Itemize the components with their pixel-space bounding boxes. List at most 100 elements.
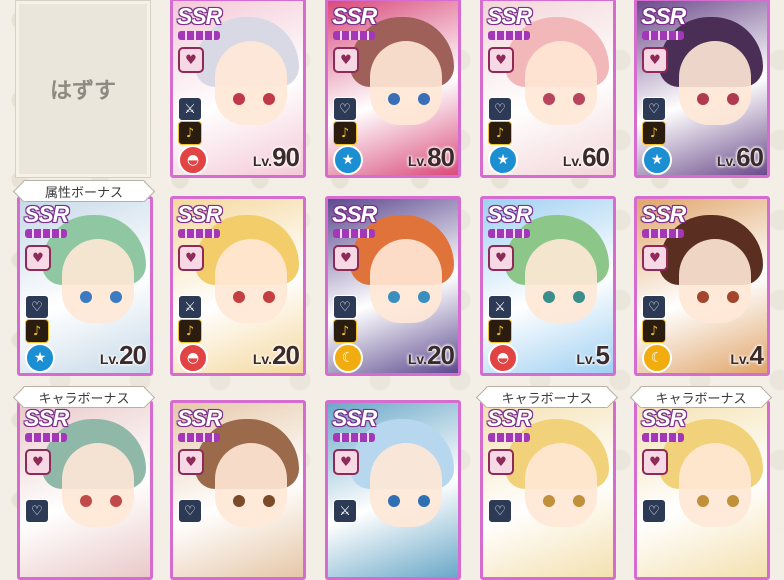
character-card[interactable]: SSR ♥ ♡ ♪ ☾ Lv.4 (634, 196, 770, 376)
character-eye (263, 291, 275, 303)
music-note-icon: ♪ (642, 319, 666, 343)
character-eye (543, 93, 555, 105)
character-face (525, 443, 597, 527)
card-level: Lv.4 (730, 340, 765, 371)
sword-icon: ⚔ (178, 295, 202, 319)
star-rank (333, 31, 375, 40)
character-eye (110, 495, 122, 507)
star-rank (25, 229, 67, 238)
music-note-icon: ♪ (333, 121, 357, 145)
heart-icon: ♡ (333, 97, 357, 121)
character-bonus-tag: キャラボーナス (22, 386, 146, 408)
character-eye (388, 495, 400, 507)
character-eye (80, 291, 92, 303)
star-rank (642, 31, 684, 40)
heart-icon: ♥ (642, 245, 668, 271)
character-face (370, 239, 442, 323)
star-rank (488, 433, 530, 442)
heart-icon: ♡ (642, 499, 666, 523)
card-level: Lv.80 (408, 142, 455, 173)
character-eye (727, 93, 739, 105)
heart-icon: ♡ (642, 295, 666, 319)
character-eye (233, 495, 245, 507)
heart-icon: ♥ (25, 245, 51, 271)
character-face (679, 239, 751, 323)
character-eye (80, 495, 92, 507)
character-card[interactable]: SSR ♥ ⚔ ♪ ◓ Lv.90 (170, 0, 306, 178)
character-eye (263, 93, 275, 105)
character-face (62, 239, 134, 323)
character-card[interactable]: SSR♥♡♪ (17, 400, 153, 580)
heart-icon: ♡ (178, 499, 202, 523)
rarity-label: SSR (332, 201, 377, 227)
level-prefix: Lv. (730, 351, 750, 367)
level-value: 60 (736, 142, 764, 172)
character-card[interactable]: SSR♥♡♪ (480, 400, 616, 580)
character-face (215, 443, 287, 527)
heart-icon: ♥ (333, 245, 359, 271)
character-card[interactable]: SSR ♥ ♡ ♪ ★ Lv.20 (17, 196, 153, 376)
character-card[interactable]: SSR ♥ ⚔ ♪ ◓ Lv.5 (480, 196, 616, 376)
character-eye (418, 291, 430, 303)
attribute-gold-icon: ☾ (333, 343, 363, 373)
character-face (370, 443, 442, 527)
rarity-label: SSR (177, 3, 222, 29)
heart-icon: ♡ (25, 295, 49, 319)
character-bonus-tag: キャラボーナス (485, 386, 609, 408)
character-eye (697, 93, 709, 105)
character-eye (418, 495, 430, 507)
star-rank (178, 229, 220, 238)
card-level: Lv.20 (99, 340, 147, 371)
music-note-icon: ♪ (25, 319, 49, 343)
level-value: 90 (272, 142, 300, 172)
character-card[interactable]: SSR ♥ ♡ ♪ ★ Lv.60 (634, 0, 770, 178)
character-face (525, 239, 597, 323)
level-value: 20 (427, 340, 455, 370)
level-value: 20 (272, 340, 300, 370)
card-level: Lv.60 (562, 142, 610, 173)
character-card[interactable]: SSR♥⚔♪ (325, 400, 461, 580)
character-eye (388, 93, 400, 105)
character-eye (418, 93, 430, 105)
bonus-label: キャラボーナス (653, 387, 749, 407)
level-value: 80 (427, 142, 455, 172)
attribute-red-icon: ◓ (178, 343, 208, 373)
heart-icon: ♡ (488, 499, 512, 523)
level-value: 4 (749, 340, 765, 370)
character-card[interactable]: SSR ♥ ♡ ♪ ★ Lv.60 (480, 0, 616, 178)
bonus-label: キャラボーナス (499, 387, 595, 407)
heart-icon: ♡ (488, 97, 512, 121)
character-card[interactable]: SSR ♥ ⚔ ♪ ◓ Lv.20 (170, 196, 306, 376)
level-prefix: Lv. (562, 153, 583, 169)
character-eye (697, 291, 709, 303)
card-level: Lv.90 (253, 142, 300, 173)
music-note-icon: ♪ (488, 319, 512, 343)
heart-icon: ♡ (25, 499, 49, 523)
unequip-button[interactable]: はずす (15, 0, 151, 178)
character-card[interactable]: SSR♥♡♪ (170, 400, 306, 580)
heart-icon: ♡ (333, 295, 357, 319)
sword-icon: ⚔ (333, 499, 357, 523)
heart-icon: ♡ (642, 97, 666, 121)
level-prefix: Lv. (407, 351, 428, 367)
star-rank (178, 433, 220, 442)
character-card[interactable]: SSR♥♡♪ (634, 400, 770, 580)
level-prefix: Lv. (252, 351, 273, 367)
character-card[interactable]: SSR ♥ ♡ ♪ ☾ Lv.20 (325, 196, 461, 376)
character-eye (233, 291, 245, 303)
heart-icon: ♥ (642, 449, 668, 475)
bonus-label: キャラボーナス (36, 387, 132, 407)
character-eye (263, 495, 275, 507)
attribute-red-icon: ◓ (178, 145, 208, 175)
sword-icon: ⚔ (488, 295, 512, 319)
character-eye (573, 93, 585, 105)
level-prefix: Lv. (99, 351, 120, 367)
character-bonus-tag: キャラボーナス (639, 386, 763, 408)
character-card[interactable]: SSR ♥ ♡ ♪ ★ Lv.80 (325, 0, 461, 178)
card-level: Lv.60 (717, 142, 764, 173)
character-eye (697, 495, 709, 507)
star-rank (642, 229, 684, 238)
level-value: 5 (595, 340, 611, 370)
attribute-gold-icon: ☾ (642, 343, 672, 373)
character-face (679, 41, 751, 125)
